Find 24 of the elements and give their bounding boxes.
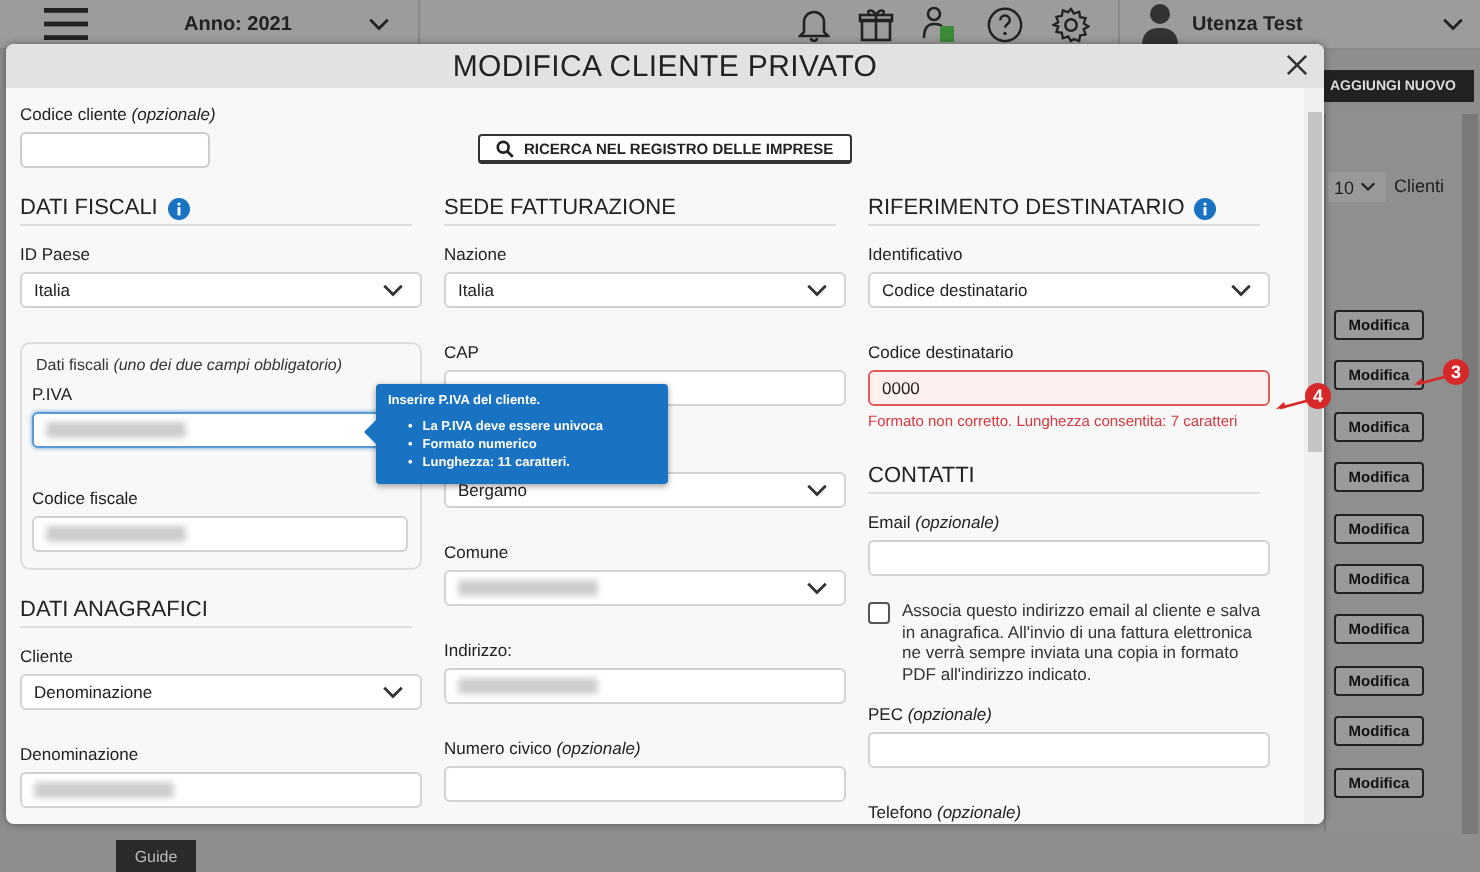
field-label: Identificativo [868, 244, 965, 266]
field-label: ID Paese [20, 244, 92, 266]
field-label: Comune [444, 542, 511, 564]
section-heading: SEDE FATTURAZIONE [444, 196, 676, 220]
field-label: Email (opzionale) [868, 512, 1002, 534]
field-label: Telefono (opzionale) [868, 802, 1024, 824]
field-label: CAP [444, 342, 481, 364]
field-label: Codice cliente (opzionale) [20, 104, 216, 126]
dialog-title: MODIFICA CLIENTE PRIVATO [452, 49, 878, 83]
field-label: PEC (opzionale) [868, 704, 994, 726]
page-size-label: Clienti [1394, 176, 1445, 196]
field-label: Nazione [444, 244, 509, 266]
section-heading: CONTATTI [868, 464, 975, 488]
group-label: Dati fiscali (uno dei due campi obbligatorio) [36, 356, 344, 374]
field-label: Denominazione [20, 744, 141, 766]
field-label: Indirizzo: [444, 640, 515, 662]
checkbox-label: Associa questo indirizzo email al cliente e salva in anagrafica. All'invio di una fattura elettronica ne verrà sempre inviata una copia in formato PDF all'indirizzo indicato. [902, 600, 1263, 684]
section-heading: DATI ANAGRAFICI [20, 598, 208, 622]
field-label: Cliente [20, 646, 75, 668]
field-label: Codice fiscale [32, 488, 140, 510]
section-heading: RIFERIMENTO DESTINATARIO [868, 196, 1185, 220]
field-label: Numero civico (opzionale) [444, 738, 643, 760]
field-label: Codice destinatario [868, 342, 1016, 364]
section-heading: DATI FISCALI [20, 196, 158, 220]
